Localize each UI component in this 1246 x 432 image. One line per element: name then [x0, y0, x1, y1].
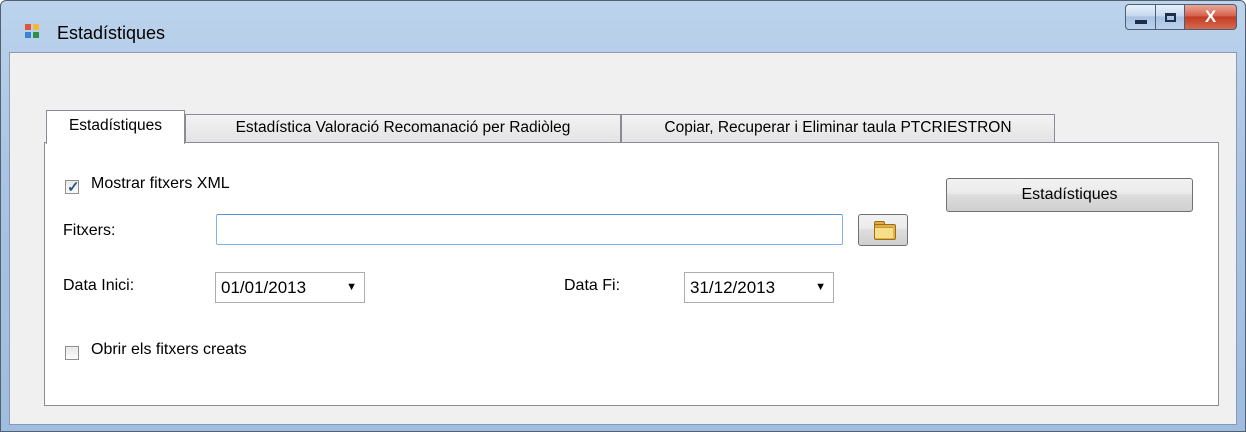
estadistiques-button[interactable]: Estadístiques	[946, 178, 1193, 212]
browse-button[interactable]	[858, 214, 908, 246]
caption-buttons: X	[1125, 4, 1237, 32]
start-date-label: Data Inici:	[63, 277, 135, 294]
files-input[interactable]	[216, 214, 843, 245]
tab-label: Copiar, Recuperar i Eliminar taula PTCRI…	[664, 119, 1012, 136]
checkmark-icon: ✓	[67, 179, 80, 196]
open-files-label: Obrir els fitxers creats	[91, 341, 247, 358]
end-date-label: Data Fi:	[564, 277, 621, 294]
minimize-button[interactable]	[1125, 4, 1155, 30]
chevron-down-icon: ▼	[346, 281, 357, 293]
open-files-checkbox[interactable]	[65, 346, 79, 360]
maximize-icon	[1164, 12, 1176, 22]
app-icon	[25, 24, 41, 40]
start-date-value: 01/01/2013	[221, 278, 307, 297]
maximize-button[interactable]	[1155, 4, 1185, 30]
tab-label: Estadística Valoració Recomanació per Ra…	[235, 119, 571, 136]
tab-estadistiques[interactable]: Estadístiques	[46, 110, 185, 144]
end-date-value: 31/12/2013	[690, 278, 776, 297]
show-xml-checkbox[interactable]: ✓	[65, 179, 80, 196]
tab-panel-estadistiques: ✓ Mostrar fitxers XML Fitxers: Data Inic…	[44, 142, 1219, 406]
close-button[interactable]: X	[1185, 4, 1237, 30]
show-xml-label: Mostrar fitxers XML	[91, 175, 230, 192]
client-area: Estadístiques Estadística Valoració Reco…	[9, 52, 1237, 425]
files-label: Fitxers:	[63, 222, 116, 239]
tab-copiar-recuperar[interactable]: Copiar, Recuperar i Eliminar taula PTCRI…	[621, 114, 1055, 142]
close-icon: X	[1204, 7, 1217, 26]
window-title: Estadístiques	[57, 23, 166, 43]
app-window: Estadístiques X Estadístiques Estadístic…	[0, 0, 1246, 432]
minimize-icon	[1134, 20, 1147, 24]
tab-valoracio-radioleg[interactable]: Estadística Valoració Recomanació per Ra…	[185, 114, 621, 142]
chevron-down-icon: ▼	[815, 281, 826, 293]
title-bar[interactable]: Estadístiques X	[1, 1, 1245, 53]
tab-label: Estadístiques	[68, 117, 163, 134]
end-date-picker[interactable]: 31/12/2013 ▼	[684, 272, 834, 303]
start-date-picker[interactable]: 01/01/2013 ▼	[215, 272, 365, 303]
